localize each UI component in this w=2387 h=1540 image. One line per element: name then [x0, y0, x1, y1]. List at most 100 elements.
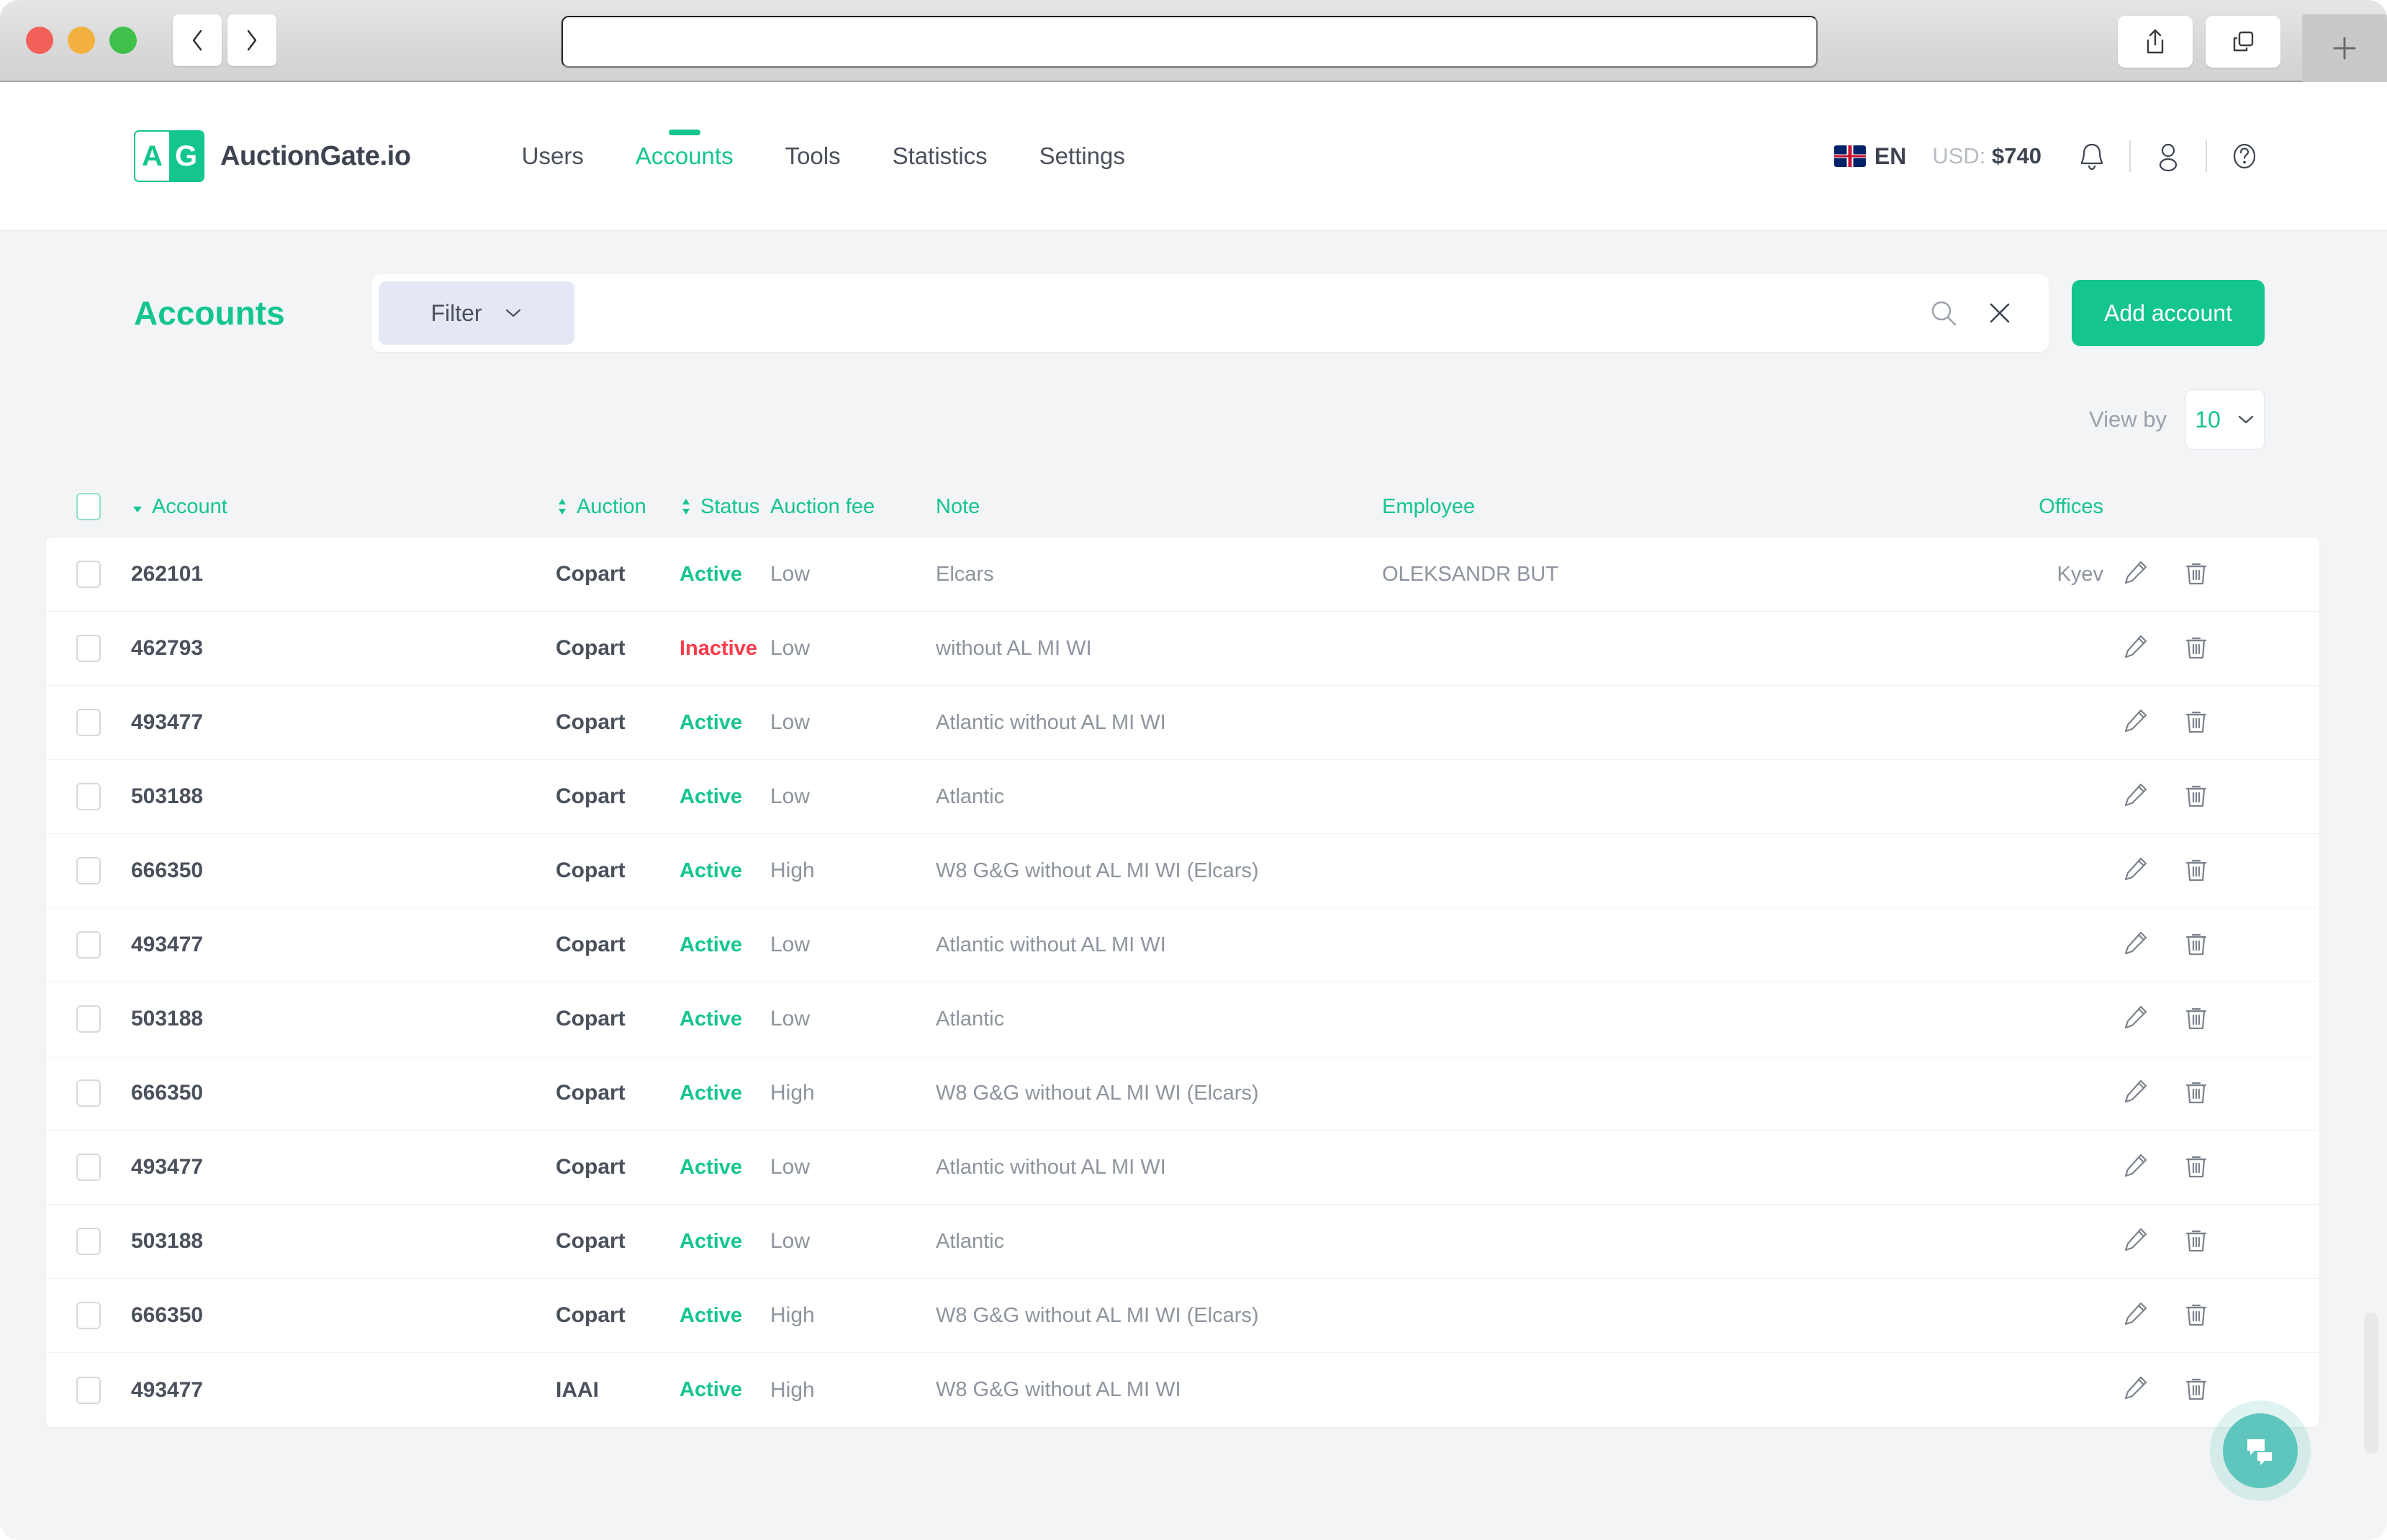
- table-row[interactable]: 493477IAAIActiveHighW8 G&G without AL MI…: [46, 1353, 2319, 1427]
- search-icon[interactable]: [1928, 297, 1959, 329]
- row-checkbox[interactable]: [76, 931, 101, 959]
- row-select-cell: [46, 635, 131, 662]
- cell-note: Atlantic without AL MI WI: [936, 711, 1382, 735]
- address-bar[interactable]: [561, 16, 1818, 68]
- row-checkbox[interactable]: [76, 561, 101, 588]
- edit-row-button[interactable]: [2122, 781, 2149, 813]
- chat-widget-button[interactable]: [2223, 1413, 2298, 1488]
- edit-row-button[interactable]: [2122, 1077, 2149, 1110]
- table-row[interactable]: 666350CopartActiveHighW8 G&G without AL …: [46, 1056, 2319, 1131]
- notifications-button[interactable]: [2070, 140, 2113, 173]
- minimize-window-button[interactable]: [68, 27, 95, 54]
- edit-pencil-icon: [2122, 558, 2149, 587]
- help-button[interactable]: [2223, 140, 2266, 173]
- edit-row-button[interactable]: [2122, 1226, 2149, 1258]
- view-by-select[interactable]: 10: [2185, 389, 2265, 450]
- table-row[interactable]: 262101CopartActiveLowElcarsOLEKSANDR BUT…: [46, 538, 2319, 612]
- delete-row-button[interactable]: [2183, 1374, 2210, 1406]
- column-header-account[interactable]: Account: [131, 495, 556, 519]
- edit-row-button[interactable]: [2122, 929, 2149, 961]
- nav-item-settings[interactable]: Settings: [1014, 82, 1151, 230]
- delete-trash-icon: [2183, 558, 2210, 587]
- accounts-table: Account Auction: [46, 476, 2319, 1427]
- select-all-checkbox[interactable]: [76, 493, 101, 520]
- nav-item-statistics[interactable]: Statistics: [867, 82, 1014, 230]
- vertical-scrollbar[interactable]: [2364, 1313, 2378, 1454]
- edit-row-button[interactable]: [2122, 1003, 2149, 1036]
- table-row[interactable]: 493477CopartActiveLowAtlantic without AL…: [46, 686, 2319, 760]
- delete-row-button[interactable]: [2183, 1003, 2210, 1036]
- edit-row-button[interactable]: [2122, 855, 2149, 887]
- cell-account: 503188: [131, 1229, 556, 1254]
- delete-row-button[interactable]: [2183, 929, 2210, 961]
- edit-row-button[interactable]: [2122, 633, 2149, 665]
- table-row[interactable]: 666350CopartActiveHighW8 G&G without AL …: [46, 834, 2319, 908]
- row-checkbox[interactable]: [76, 1228, 101, 1255]
- row-checkbox[interactable]: [76, 857, 101, 884]
- divider: [2129, 140, 2131, 172]
- delete-row-button[interactable]: [2183, 1300, 2210, 1332]
- chevron-left-icon: [188, 28, 207, 53]
- row-checkbox[interactable]: [76, 1154, 101, 1181]
- cell-account: 262101: [131, 562, 556, 586]
- profile-button[interactable]: [2147, 140, 2190, 173]
- table-row[interactable]: 493477CopartActiveLowAtlantic without AL…: [46, 1131, 2319, 1205]
- delete-row-button[interactable]: [2183, 633, 2210, 665]
- delete-trash-icon: [2183, 1226, 2210, 1254]
- clear-search-icon[interactable]: [1984, 297, 2016, 329]
- brand-logo[interactable]: A G AuctionGate.io: [134, 130, 411, 182]
- maximize-window-button[interactable]: [109, 27, 137, 54]
- row-select-cell: [46, 931, 131, 959]
- nav-item-tools[interactable]: Tools: [759, 82, 867, 230]
- row-select-cell: [46, 1377, 131, 1404]
- back-button[interactable]: [173, 14, 222, 66]
- edit-row-button[interactable]: [2122, 1374, 2149, 1406]
- delete-row-button[interactable]: [2183, 1077, 2210, 1110]
- cell-auction: Copart: [556, 1303, 680, 1328]
- delete-row-button[interactable]: [2183, 855, 2210, 887]
- cell-auction-fee: Low: [770, 636, 936, 661]
- row-checkbox[interactable]: [76, 635, 101, 662]
- brand-name: AuctionGate.io: [220, 141, 411, 172]
- row-checkbox[interactable]: [76, 1005, 101, 1033]
- language-selector[interactable]: EN: [1834, 143, 1906, 170]
- table-row[interactable]: 462793CopartInactiveLowwithout AL MI WI: [46, 612, 2319, 686]
- table-row[interactable]: 503188CopartActiveLowAtlantic: [46, 1205, 2319, 1279]
- add-account-button[interactable]: Add account: [2072, 280, 2265, 346]
- edit-row-button[interactable]: [2122, 1151, 2149, 1184]
- new-tab-button[interactable]: [2302, 14, 2387, 82]
- row-checkbox[interactable]: [76, 1377, 101, 1404]
- table-row[interactable]: 666350CopartActiveHighW8 G&G without AL …: [46, 1279, 2319, 1353]
- table-row[interactable]: 493477CopartActiveLowAtlantic without AL…: [46, 908, 2319, 982]
- nav-item-users[interactable]: Users: [496, 82, 610, 230]
- share-button[interactable]: [2118, 16, 2193, 68]
- search-input[interactable]: [574, 300, 1928, 326]
- row-checkbox[interactable]: [76, 783, 101, 810]
- delete-row-button[interactable]: [2183, 1151, 2210, 1184]
- cell-employee: OLEKSANDR BUT: [1382, 563, 1980, 586]
- column-header-auction[interactable]: Auction: [556, 495, 680, 519]
- row-checkbox[interactable]: [76, 1302, 101, 1329]
- column-header-status[interactable]: Status: [680, 495, 770, 519]
- row-checkbox[interactable]: [76, 709, 101, 736]
- edit-row-button[interactable]: [2122, 558, 2149, 591]
- delete-row-button[interactable]: [2183, 707, 2210, 739]
- sort-desc-icon: [131, 497, 144, 517]
- table-row[interactable]: 503188CopartActiveLowAtlantic: [46, 760, 2319, 834]
- status-badge: Active: [680, 1007, 770, 1031]
- edit-row-button[interactable]: [2122, 1300, 2149, 1332]
- edit-row-button[interactable]: [2122, 707, 2149, 739]
- delete-row-button[interactable]: [2183, 558, 2210, 591]
- filter-dropdown[interactable]: Filter: [379, 281, 574, 345]
- filter-label: Filter: [430, 300, 482, 327]
- delete-row-button[interactable]: [2183, 1226, 2210, 1258]
- row-actions: [2103, 1374, 2230, 1406]
- show-tabs-button[interactable]: [2206, 16, 2280, 68]
- row-select-cell: [46, 561, 131, 588]
- table-row[interactable]: 503188CopartActiveLowAtlantic: [46, 982, 2319, 1056]
- close-window-button[interactable]: [26, 27, 53, 54]
- delete-row-button[interactable]: [2183, 781, 2210, 813]
- forward-button[interactable]: [227, 14, 276, 66]
- nav-item-accounts[interactable]: Accounts: [610, 82, 759, 230]
- row-checkbox[interactable]: [76, 1079, 101, 1107]
